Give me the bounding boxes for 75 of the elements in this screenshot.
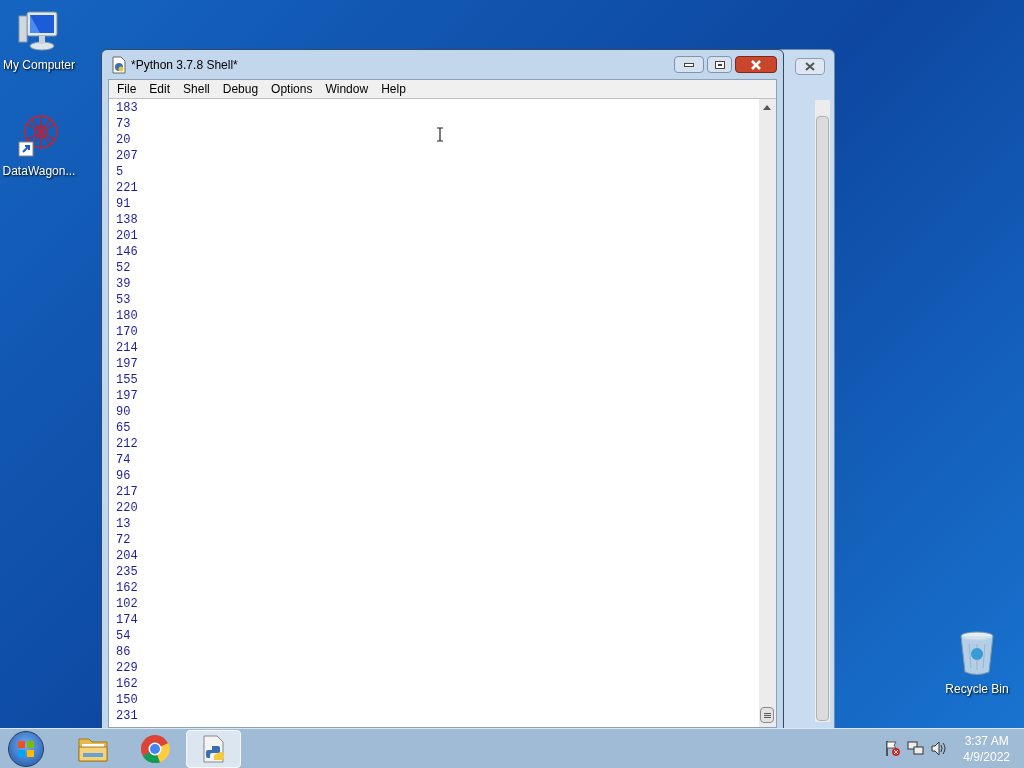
output-line: 229 [116,660,138,676]
output-line: 170 [116,324,138,340]
scroll-up-icon [763,105,771,110]
recycle-bin-icon [957,630,997,676]
text-cursor-icon [436,127,444,142]
menu-item[interactable]: Options [265,80,319,98]
output-line: 86 [116,644,131,660]
computer-icon [17,10,61,52]
desktop-icon-label[interactable]: My Computer [3,56,75,74]
flag-icon[interactable] [884,740,902,757]
network-icon[interactable] [907,740,925,757]
output-line: 13 [116,516,131,532]
output-line: 214 [116,340,138,356]
volume-icon[interactable] [930,740,948,757]
output-line: 162 [116,580,138,596]
chrome-icon [139,733,170,764]
output-line: 52 [116,260,131,276]
output-line: 150 [116,692,138,708]
output-line: 5 [116,164,124,180]
windows-logo-icon [17,739,35,758]
minimize-icon [684,62,694,67]
output-line: 212 [116,436,138,452]
network-graph-icon [17,112,61,158]
output-line: 102 [116,596,138,612]
output-line: 155 [116,372,138,388]
minimize-button[interactable] [674,56,704,73]
taskbar-button[interactable] [186,729,241,768]
scrollbar[interactable] [815,100,830,722]
output-line: 96 [116,468,131,484]
output-line: 201 [116,228,138,244]
output-line: 91 [116,196,131,212]
close-icon [805,62,815,71]
output-line: 174 [116,612,138,628]
menu-item[interactable]: Window [319,80,375,98]
start-button[interactable] [8,730,44,767]
close-icon [750,59,762,70]
output-line: 197 [116,356,138,372]
output-line: 72 [116,532,131,548]
menu-item[interactable]: Edit [143,80,177,98]
output-line: 90 [116,404,131,420]
scroll-thumb[interactable] [760,707,774,723]
output-line: 65 [116,420,131,436]
output-line: 207 [116,148,138,164]
menu-item[interactable]: Help [375,80,412,98]
desktop-icon-label[interactable]: DataWagon... [2,162,76,180]
output-line: 53 [116,292,131,308]
menu-item[interactable]: File [111,80,143,98]
output-line: 74 [116,452,131,468]
close-button[interactable] [795,58,825,75]
output-line: 54 [116,628,131,644]
output-line: 138 [116,212,138,228]
window-title: *Python 3.7.8 Shell* [131,56,238,74]
scrollbar[interactable] [759,99,776,727]
output-line: 180 [116,308,138,324]
output-line: 204 [116,548,138,564]
output-line: 183 [116,100,138,116]
output-line: 39 [116,276,131,292]
desktop-icon-label[interactable]: Recycle Bin [945,680,1009,698]
shell-text-area[interactable]: 183 73 20 207 5 221 91 138 201 146 52 39 53 180 170 214 197 155 197 90 65 212 74 96 217 220 13 72 204 235 162 102 174 54 86 229 162 150 231 [109,99,759,727]
output-line: 220 [116,500,138,516]
output-line: 197 [116,388,138,404]
output-line: 146 [116,244,138,260]
output-line: 231 [116,708,138,724]
close-button[interactable] [735,56,777,73]
maximize-icon [714,60,725,69]
output-line: 162 [116,676,138,692]
output-line: 20 [116,132,131,148]
output-line: 235 [116,564,138,580]
output-line: 73 [116,116,131,132]
python-file-icon [110,55,128,74]
menu-item[interactable]: Debug [216,80,265,98]
maximize-button[interactable] [707,56,732,73]
output-line: 217 [116,484,138,500]
menu-item[interactable]: Shell [177,80,216,98]
output-line: 221 [116,180,138,196]
